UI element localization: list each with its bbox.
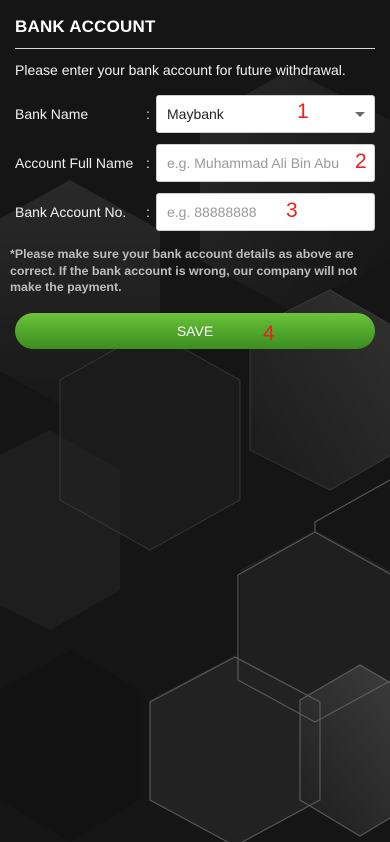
page-title: BANK ACCOUNT bbox=[15, 17, 156, 36]
bank-name-row: Bank Name : Maybank 1 bbox=[15, 95, 375, 133]
save-button[interactable]: SAVE bbox=[15, 313, 375, 349]
bank-name-select[interactable]: Maybank bbox=[156, 95, 375, 133]
full-name-colon: : bbox=[146, 155, 150, 171]
full-name-label: Account Full Name bbox=[15, 155, 134, 171]
title-divider bbox=[15, 48, 375, 49]
intro-text: Please enter your bank account for futur… bbox=[15, 62, 346, 78]
bank-name-label: Bank Name bbox=[15, 106, 89, 122]
save-button-label: SAVE bbox=[176, 323, 214, 339]
bank-name-selected-value: Maybank bbox=[167, 106, 224, 122]
chevron-down-icon bbox=[355, 112, 365, 117]
full-name-input[interactable] bbox=[156, 144, 375, 182]
payment-warning-notice: *Please make sure your bank account deta… bbox=[10, 247, 357, 294]
bank-account-page: BANK ACCOUNT Please enter your bank acco… bbox=[0, 0, 390, 79]
full-name-row: Account Full Name : 2 bbox=[15, 144, 375, 182]
account-no-input[interactable] bbox=[156, 193, 375, 231]
account-no-row: Bank Account No. : 3 bbox=[15, 193, 375, 231]
bank-name-colon: : bbox=[146, 106, 150, 122]
account-no-label: Bank Account No. bbox=[15, 204, 127, 220]
account-no-colon: : bbox=[146, 204, 150, 220]
